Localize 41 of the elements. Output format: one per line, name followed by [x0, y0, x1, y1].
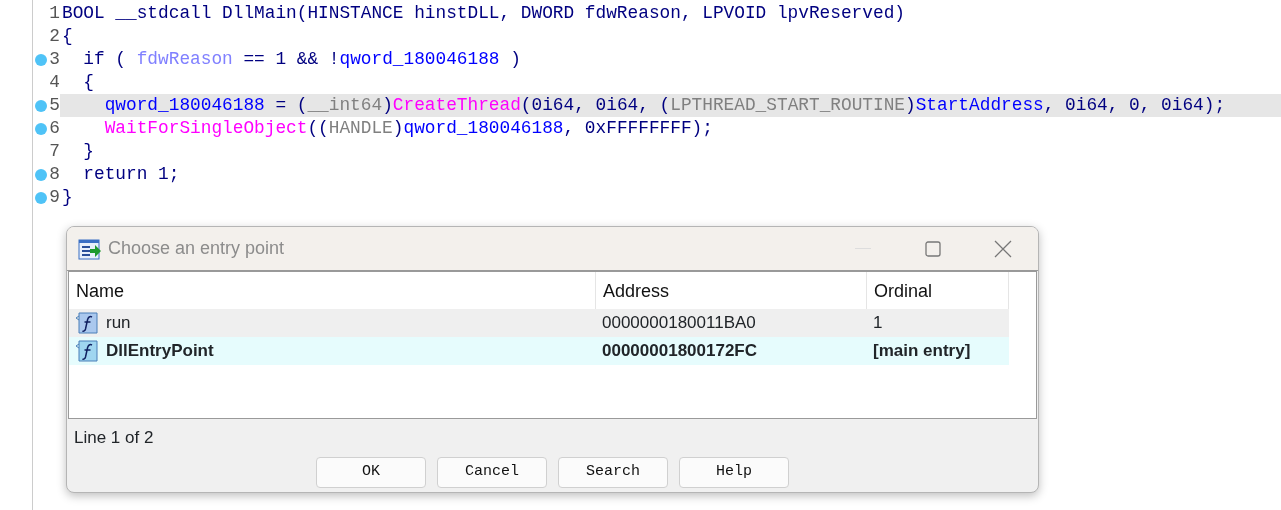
function-icon	[75, 339, 99, 363]
line-number: 7	[49, 140, 60, 163]
ordinal-cell-text: [main entry]	[872, 340, 972, 363]
breakpoint-dot[interactable]	[35, 191, 47, 204]
address-cell-text: 0000000180011BA0	[601, 312, 757, 335]
code-line: WaitForSingleObject((HANDLE)qword_180046188, 0xFFFFFFFF);	[103, 117, 714, 140]
code-line: return 1;	[82, 163, 181, 186]
window-title: Choose an entry point	[108, 237, 285, 260]
code-line: {	[82, 71, 95, 94]
close-icon	[994, 239, 1012, 258]
breakpoint-dot[interactable]	[35, 122, 47, 135]
address-cell-text: 00000001800172FC	[601, 340, 759, 363]
line-number: 3	[49, 48, 60, 71]
line-number: 9	[49, 186, 60, 209]
dialog-button[interactable]: Cancel	[437, 457, 547, 488]
breakpoint-dot[interactable]	[35, 168, 47, 181]
line-number: 6	[49, 117, 60, 140]
maximize-icon	[925, 240, 941, 257]
line-number: 2	[49, 25, 60, 48]
list-row[interactable]: DllEntryPoint 00000001800172FC [main entry]	[69, 337, 1009, 365]
code-line: }	[82, 140, 95, 163]
window-icon	[78, 236, 102, 261]
line-number: 8	[49, 163, 60, 186]
dialog-button[interactable]: Help	[679, 457, 789, 488]
status-text: Line 1 of 2	[73, 427, 155, 449]
dialog-button[interactable]: OK	[316, 457, 426, 488]
dialog-button[interactable]: Search	[558, 457, 668, 488]
code-line: if ( fdwReason == 1 && !qword_180046188 )	[82, 48, 522, 71]
code-line: BOOL __stdcall DllMain(HINSTANCE hinstDLL, DWORD fdwReason, LPVOID lpvReserved)	[61, 2, 906, 25]
list-row[interactable]: run 0000000180011BA0 1	[69, 309, 1009, 337]
line-number: 1	[49, 2, 60, 25]
entry-name: run	[106, 312, 131, 335]
code-line: }	[61, 186, 74, 209]
line-number: 4	[49, 71, 60, 94]
entry-name: DllEntryPoint	[106, 340, 214, 363]
line-number: 5	[49, 94, 60, 117]
ordinal-cell-text: 1	[872, 312, 884, 335]
code-line: {	[61, 25, 74, 48]
breakpoint-dot[interactable]	[35, 99, 47, 112]
breakpoint-dot[interactable]	[35, 53, 47, 66]
function-icon	[75, 311, 99, 335]
